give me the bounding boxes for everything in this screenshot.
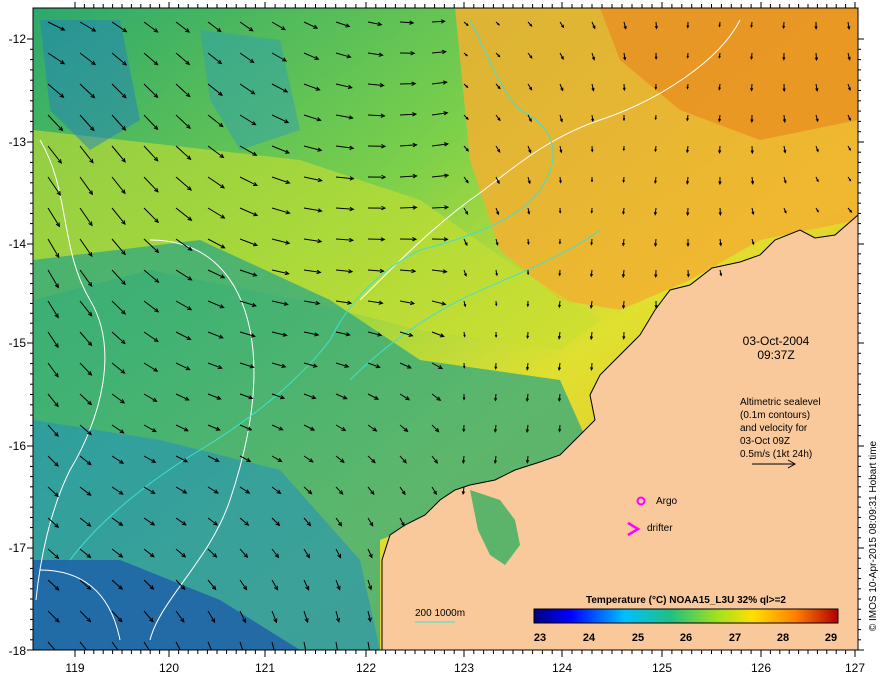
x-tick-label: 122 [356, 661, 376, 675]
x-tick-label: 126 [751, 661, 771, 675]
colorbar [533, 608, 839, 624]
x-tick-label: 119 [65, 661, 84, 675]
sst-map: -12 -13 -14 -15 -16 -17 -18 119 120 121 … [9, 2, 879, 675]
x-tick-label: 121 [255, 661, 275, 675]
x-tick-label: 124 [552, 661, 572, 675]
map-date: 03-Oct-2004 [743, 334, 810, 348]
altimetry-line: Altimetric sealevel [740, 397, 821, 408]
y-tick-label: -12 [9, 32, 27, 46]
y-tick-label: -14 [9, 237, 27, 251]
argo-label: Argo [656, 496, 678, 507]
depth-legend: 200 1000m [415, 608, 465, 619]
colorbar-tick: 29 [825, 632, 837, 644]
x-tick-label: 127 [845, 661, 865, 675]
map-time: 09:37Z [757, 348, 794, 362]
colorbar-tick: 25 [632, 632, 644, 644]
altimetry-line: 0.5m/s (1kt 24h) [740, 449, 812, 460]
y-tick-label: -17 [9, 541, 27, 555]
colorbar-tick: 28 [777, 632, 789, 644]
y-axis: -12 -13 -14 -15 -16 -17 -18 [9, 32, 27, 658]
y-tick-label: -18 [9, 644, 27, 658]
colorbar-tick: 27 [729, 632, 741, 644]
colorbar-title: Temperature (°C) NOAA15_L3U 32% ql>=2 [586, 595, 786, 606]
altimetry-line: 03-Oct 09Z [740, 436, 790, 447]
altimetry-line: and velocity for [740, 423, 808, 434]
credit-text: © IMOS 10-Apr-2015 08:09:31 Hobart time [868, 440, 879, 631]
colorbar-tick: 26 [680, 632, 692, 644]
y-tick-label: -15 [9, 336, 27, 350]
colorbar-tick: 24 [583, 632, 596, 644]
drifter-label: drifter [647, 523, 673, 534]
y-tick-label: -16 [9, 439, 27, 453]
y-tick-label: -13 [9, 135, 27, 149]
altimetry-line: (0.1m contours) [740, 410, 810, 421]
x-tick-label: 125 [652, 661, 672, 675]
x-tick-label: 120 [159, 661, 179, 675]
colorbar-tick: 23 [534, 632, 546, 644]
x-axis: 119 120 121 122 123 124 125 126 127 [65, 661, 865, 675]
x-tick-label: 123 [454, 661, 474, 675]
